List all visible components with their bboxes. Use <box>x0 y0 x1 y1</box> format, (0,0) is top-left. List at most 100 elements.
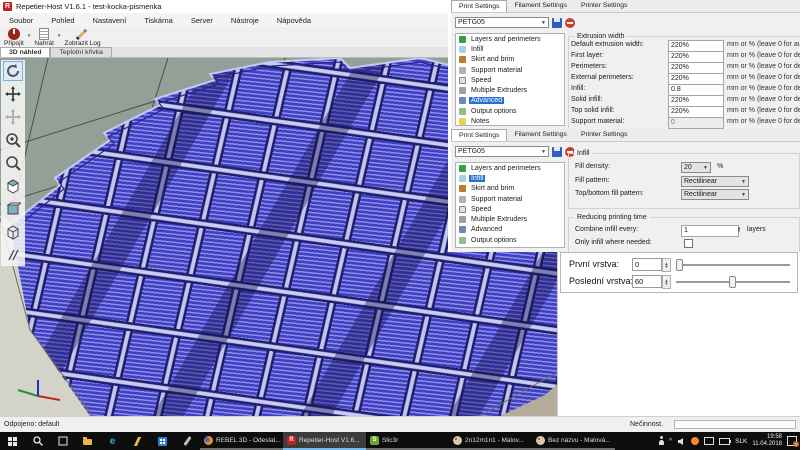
last-layer-slider-thumb[interactable] <box>729 276 736 288</box>
menu-soubor[interactable]: Soubor <box>0 16 42 25</box>
pencil-icon <box>76 28 88 40</box>
paint-icon <box>536 436 545 445</box>
first-layer-label: První vrstva: <box>569 259 619 269</box>
taskbar-app-slic3r[interactable]: S Slic3r <box>366 432 449 450</box>
taskbar-app-paint-2[interactable]: Bez názvu - Malová... <box>532 432 615 450</box>
activity-status: Nečinnost. <box>630 421 663 428</box>
speed-icon <box>459 206 466 213</box>
item-speed-2: Speed <box>456 204 564 214</box>
tab-print-settings[interactable]: Print Settings <box>451 0 507 12</box>
support-material-width-field: 0 <box>668 117 724 129</box>
fill-density-select[interactable]: 20▼ <box>681 162 711 173</box>
load-button[interactable]: Nahrát <box>30 27 58 47</box>
store-icon[interactable] <box>150 432 175 450</box>
top-bottom-pattern-select[interactable]: Rectilinear▼ <box>681 189 749 200</box>
slicer-window-infill: Print Settings Filament Settings Printer… <box>448 129 800 252</box>
layer-range-panel: První vrstva: 0 ▲▼ Poslední vrstva: 60 ▲… <box>560 252 798 293</box>
menu-nastaveni[interactable]: Nastavení <box>84 16 136 25</box>
paint3d-icon[interactable] <box>175 432 200 450</box>
last-layer-spinner[interactable]: ▲▼ <box>662 275 671 289</box>
people-icon[interactable] <box>659 440 664 445</box>
menu-tiskarna[interactable]: Tiskárna <box>135 16 181 25</box>
menu-napoveda[interactable]: Nápověda <box>268 16 320 25</box>
save-preset-icon-2[interactable] <box>552 147 562 157</box>
document-icon <box>39 28 49 40</box>
tab-filament-settings[interactable]: Filament Settings <box>507 0 574 12</box>
photo-app-icon[interactable] <box>125 432 150 450</box>
action-center-icon[interactable]: 1 <box>787 436 797 446</box>
screen: R Repetier-Host V1.6.1 - test-kocka-pism… <box>0 0 800 450</box>
clock[interactable]: 19:58 11.04.2018 <box>752 434 782 448</box>
fill-pattern-select[interactable]: Rectilinear▼ <box>681 176 749 187</box>
last-layer-field[interactable]: 60 <box>632 275 662 288</box>
repetier-icon: R <box>287 436 296 445</box>
task-view-icon[interactable] <box>50 432 75 450</box>
start-button[interactable] <box>0 432 25 450</box>
search-icon[interactable] <box>25 432 50 450</box>
tab-printer-settings[interactable]: Printer Settings <box>574 0 634 12</box>
first-layer-slider-thumb[interactable] <box>676 259 683 271</box>
rotate-view-button[interactable] <box>3 61 23 81</box>
antivirus-icon[interactable] <box>691 437 699 445</box>
preset-row: PETG05▼ <box>455 16 575 29</box>
language-indicator[interactable]: SLK <box>735 438 747 445</box>
connect-button[interactable]: Připojit <box>0 27 28 47</box>
combine-infill-spinner[interactable]: ▲▼ <box>737 226 741 232</box>
menu-server[interactable]: Server <box>182 16 222 25</box>
tab-printer-settings-2[interactable]: Printer Settings <box>574 129 634 141</box>
front-view-button[interactable] <box>3 199 23 219</box>
battery-icon[interactable] <box>719 438 730 445</box>
tab-3d-view[interactable]: 3D náhled <box>0 47 50 57</box>
tab-temperature-curve[interactable]: Teplotní křivka <box>50 47 111 57</box>
slic3r-icon: S <box>370 436 379 445</box>
delete-preset-icon[interactable] <box>565 18 575 28</box>
preset-select[interactable]: PETG05▼ <box>455 17 549 28</box>
show-log-button[interactable]: Zobrazit Log <box>60 27 104 47</box>
slicer-tab-bar: Print Settings Filament Settings Printer… <box>451 0 800 13</box>
connection-status: Odpojeno: default <box>4 421 59 428</box>
view-tool-strip <box>1 60 25 266</box>
first-layer-slider[interactable] <box>676 264 790 266</box>
only-infill-checkbox[interactable] <box>684 239 693 248</box>
volume-icon[interactable] <box>677 437 686 446</box>
parallel-projection-button[interactable] <box>3 245 23 265</box>
taskbar: e REBEL 3D - Odeslat... R Repetier-Host … <box>0 432 800 450</box>
tab-filament-settings-2[interactable]: Filament Settings <box>507 129 574 141</box>
edge-icon[interactable]: e <box>100 432 125 450</box>
last-layer-slider[interactable] <box>676 281 790 283</box>
status-bar: Odpojeno: default Nečinnost. <box>0 416 800 432</box>
window-title: Repetier-Host V1.6.1 - test-kocka-pismen… <box>16 2 161 11</box>
combine-infill-field[interactable]: 1 <box>681 225 739 237</box>
tab-print-settings-2[interactable]: Print Settings <box>451 129 507 141</box>
right-panel: První vrstva: 0 ▲▼ Poslední vrstva: 60 ▲… <box>557 252 800 416</box>
first-layer-spinner[interactable]: ▲▼ <box>662 258 671 272</box>
zoom-in-button[interactable] <box>3 130 23 150</box>
file-explorer-icon[interactable] <box>75 432 100 450</box>
save-preset-icon[interactable] <box>552 18 562 28</box>
extruders-icon <box>459 216 466 223</box>
move-object-button[interactable] <box>3 84 23 104</box>
firefox-icon <box>204 436 213 445</box>
move-viewpoint-button[interactable] <box>3 107 23 127</box>
preset-select-2[interactable]: PETG05▼ <box>455 146 549 157</box>
top-view-button[interactable] <box>3 222 23 242</box>
paint-icon <box>453 436 462 445</box>
first-layer-field[interactable]: 0 <box>632 258 662 271</box>
origin-axes-icon <box>18 380 60 400</box>
tray-expand-icon[interactable]: ^ <box>669 438 672 445</box>
connect-icon <box>8 28 20 40</box>
zoom-button[interactable] <box>3 153 23 173</box>
network-icon[interactable] <box>704 437 714 445</box>
preset-row-2: PETG05▼ <box>455 145 575 158</box>
system-tray: ^ SLK 19:58 11.04.2018 1 <box>659 432 800 450</box>
app-icon: R <box>3 2 12 11</box>
menu-pohled[interactable]: Pohled <box>42 16 83 25</box>
last-layer-label: Poslední vrstva: <box>569 276 633 286</box>
taskbar-app-repetier[interactable]: R Repetier-Host V1.6... <box>283 432 366 450</box>
item-multiple-extruders-2: Multiple Extruders <box>456 214 564 224</box>
menu-nastroje[interactable]: Nástroje <box>222 16 268 25</box>
taskbar-app-paint-1[interactable]: 2n12m1n1 - Malov... <box>449 432 532 450</box>
taskbar-app-firefox[interactable]: REBEL 3D - Odeslat... <box>200 432 283 450</box>
view-tab-bar: 3D náhled Teplotní křivka <box>0 47 448 58</box>
isometric-view-button[interactable] <box>3 176 23 196</box>
